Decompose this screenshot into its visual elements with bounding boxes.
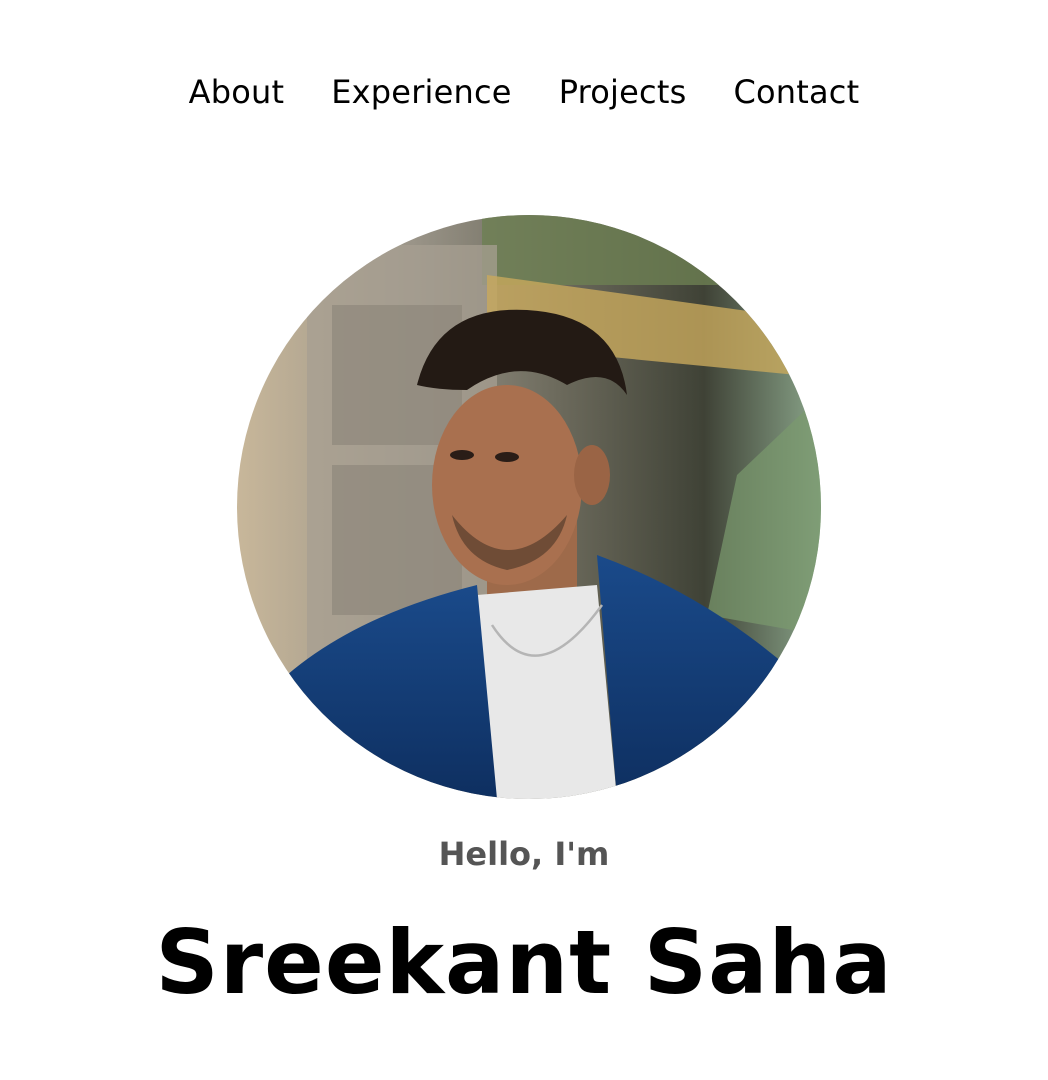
profile-photo-illustration: [237, 215, 821, 799]
nav-link-experience[interactable]: Experience: [331, 64, 511, 120]
nav-link-projects[interactable]: Projects: [559, 64, 687, 120]
nav-link-about[interactable]: About: [189, 64, 285, 120]
hero-name: Sreekant Saha: [155, 911, 893, 1014]
profile-picture: [237, 215, 821, 799]
nav-link-contact[interactable]: Contact: [733, 64, 859, 120]
hero-greeting: Hello, I'm: [438, 835, 610, 873]
top-navigation: About Experience Projects Contact: [0, 64, 1048, 120]
